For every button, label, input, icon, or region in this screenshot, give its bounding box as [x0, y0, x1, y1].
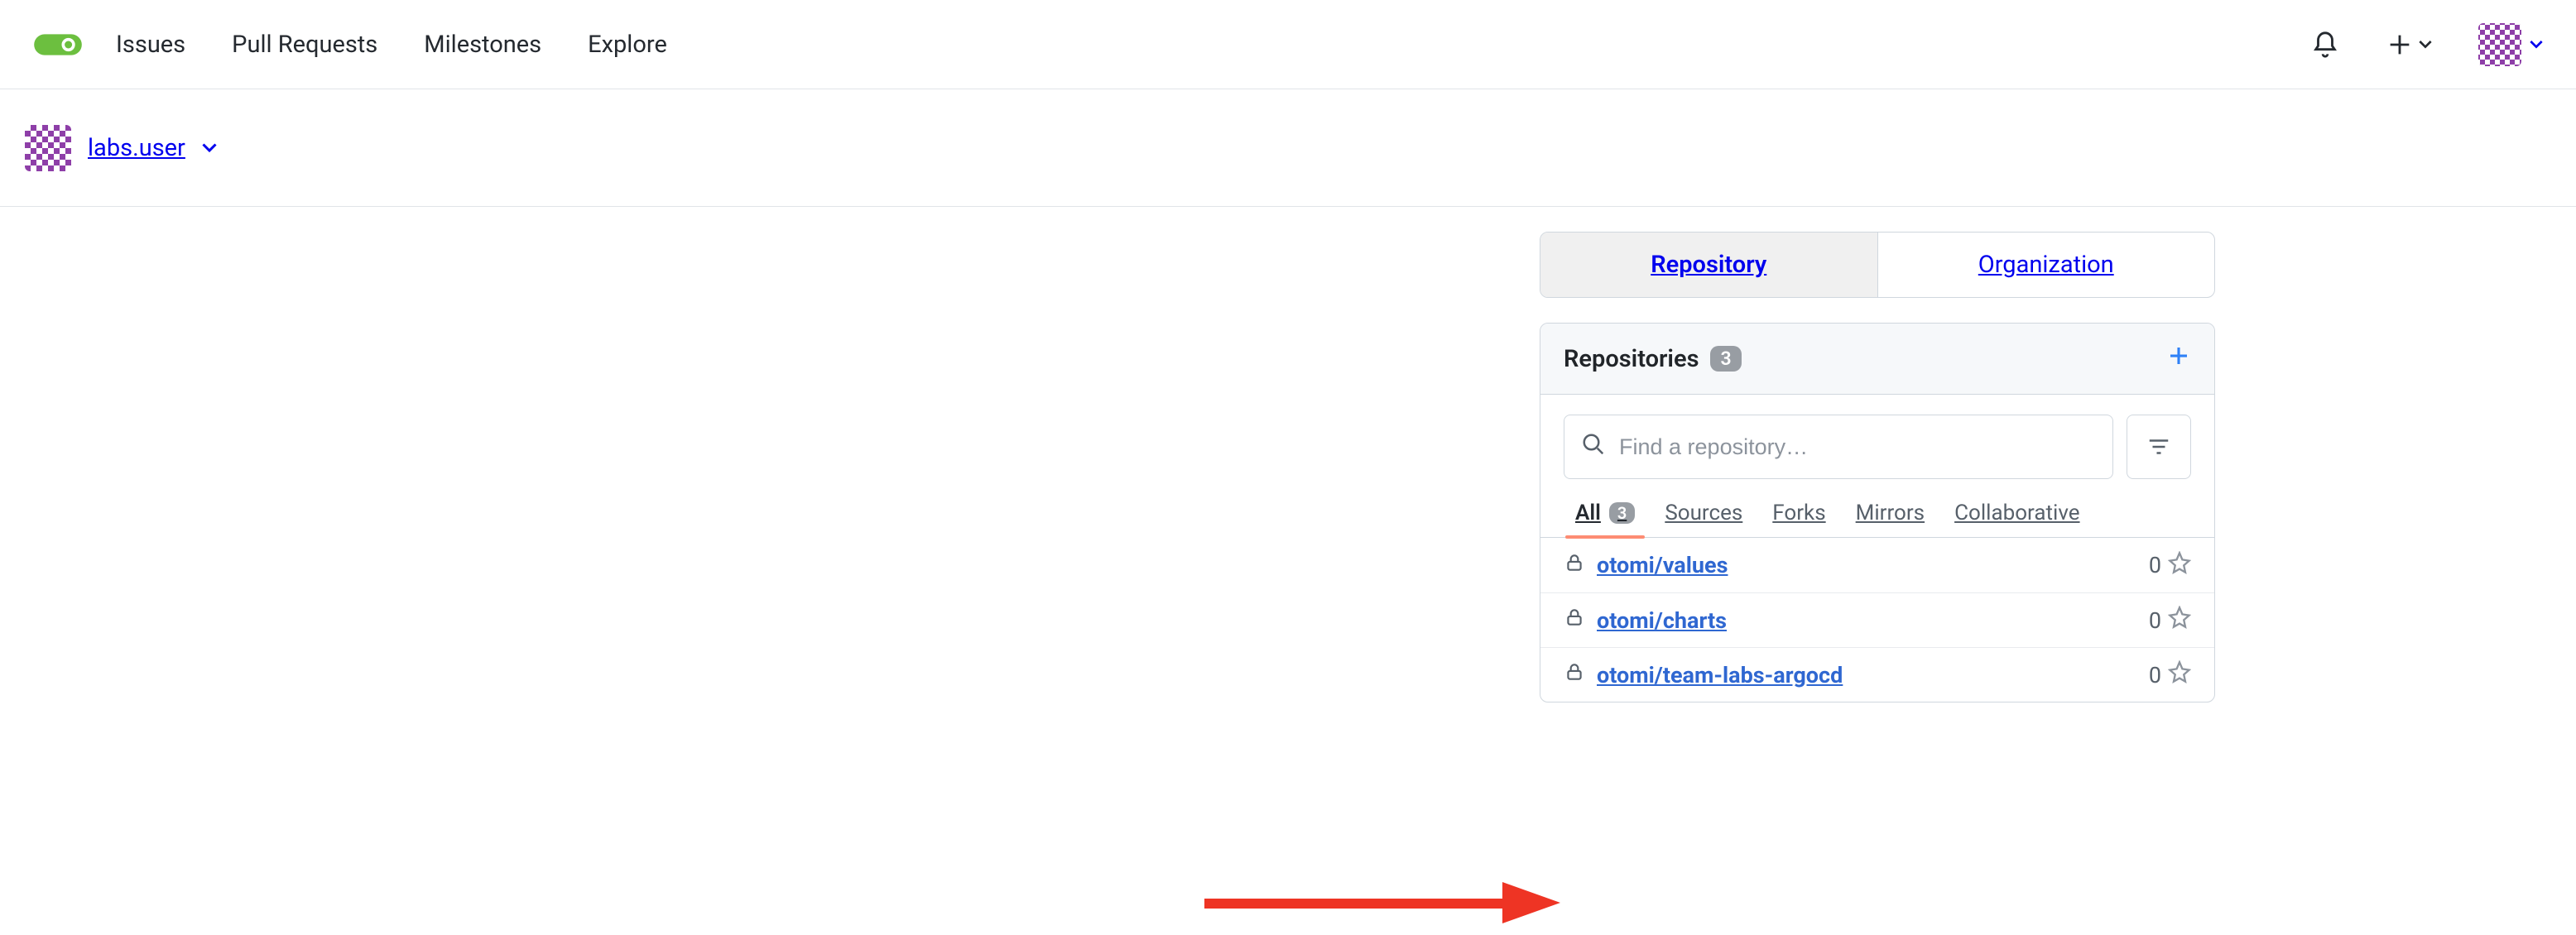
context-user-label: labs.user	[88, 134, 185, 162]
repo-item[interactable]: otomi/team-labs-argocd 0	[1540, 647, 2214, 702]
user-menu[interactable]	[2478, 23, 2543, 66]
repo-link[interactable]: otomi/charts	[1597, 607, 1727, 634]
filter-tab-mirrors[interactable]: Mirrors	[1856, 501, 1925, 537]
filter-tab-sources[interactable]: Sources	[1665, 501, 1742, 537]
repositories-header: Repositories 3	[1540, 324, 2214, 395]
filter-tab-all[interactable]: All 3	[1575, 501, 1635, 537]
repo-search-box[interactable]	[1564, 415, 2113, 479]
repo-stars: 0	[2149, 551, 2191, 580]
repo-stars-count: 0	[2149, 607, 2161, 634]
repo-filter-tabs: All 3 Sources Forks Mirrors Collaborativ…	[1540, 486, 2214, 537]
repo-filter-button[interactable]	[2127, 415, 2191, 479]
repositories-count-badge: 3	[1710, 346, 1741, 372]
new-repository-button[interactable]	[2166, 343, 2191, 374]
lock-icon	[1564, 552, 1585, 579]
repo-item[interactable]: otomi/values 0	[1540, 538, 2214, 592]
nav-links: Issues Pull Requests Milestones Explore	[116, 31, 667, 59]
repo-list: otomi/values 0 otomi/charts 0	[1540, 538, 2214, 702]
nav-right	[2311, 23, 2543, 66]
repo-stars: 0	[2149, 606, 2191, 635]
context-avatar-icon	[25, 125, 71, 171]
repositories-panel: Repositories 3	[1540, 323, 2215, 702]
tab-repository[interactable]: Repository	[1540, 233, 1877, 297]
repositories-title: Repositories	[1564, 345, 1699, 373]
repo-link[interactable]: otomi/team-labs-argocd	[1597, 662, 1843, 688]
annotation-arrow	[1204, 882, 1569, 923]
right-column: Repository Organization Repositories 3	[1540, 232, 2215, 702]
create-menu[interactable]	[2386, 31, 2432, 59]
user-avatar-icon	[2478, 23, 2521, 66]
repo-search-input[interactable]	[1619, 434, 2096, 460]
nav-milestones[interactable]: Milestones	[424, 31, 541, 59]
repo-stars-count: 0	[2149, 552, 2161, 578]
nav-issues[interactable]: Issues	[116, 31, 185, 59]
context-bar: labs.user	[0, 89, 2576, 207]
top-nav: Issues Pull Requests Milestones Explore	[0, 0, 2576, 89]
repo-link[interactable]: otomi/values	[1597, 552, 1728, 578]
gitea-logo[interactable]	[33, 30, 83, 60]
star-icon	[2168, 660, 2191, 689]
repo-item[interactable]: otomi/charts 0	[1540, 592, 2214, 647]
repo-stars: 0	[2149, 660, 2191, 689]
filter-tab-forks[interactable]: Forks	[1772, 501, 1825, 537]
nav-pull-requests[interactable]: Pull Requests	[232, 31, 377, 59]
filter-tab-all-label: All	[1575, 501, 1601, 525]
search-icon	[1581, 432, 1606, 463]
tab-organization[interactable]: Organization	[1877, 233, 2215, 297]
repo-search-row	[1540, 395, 2214, 486]
filter-tab-collaborative[interactable]: Collaborative	[1954, 501, 2079, 537]
filter-tab-all-count: 3	[1609, 502, 1635, 524]
content: Repository Organization Repositories 3	[0, 207, 2576, 727]
nav-explore[interactable]: Explore	[588, 31, 667, 59]
lock-icon	[1564, 607, 1585, 634]
context-switcher[interactable]: labs.user	[25, 125, 217, 171]
lock-icon	[1564, 661, 1585, 688]
repo-stars-count: 0	[2149, 662, 2161, 688]
star-icon	[2168, 551, 2191, 580]
scope-tabs: Repository Organization	[1540, 232, 2215, 298]
star-icon	[2168, 606, 2191, 635]
notifications-button[interactable]	[2311, 31, 2339, 59]
